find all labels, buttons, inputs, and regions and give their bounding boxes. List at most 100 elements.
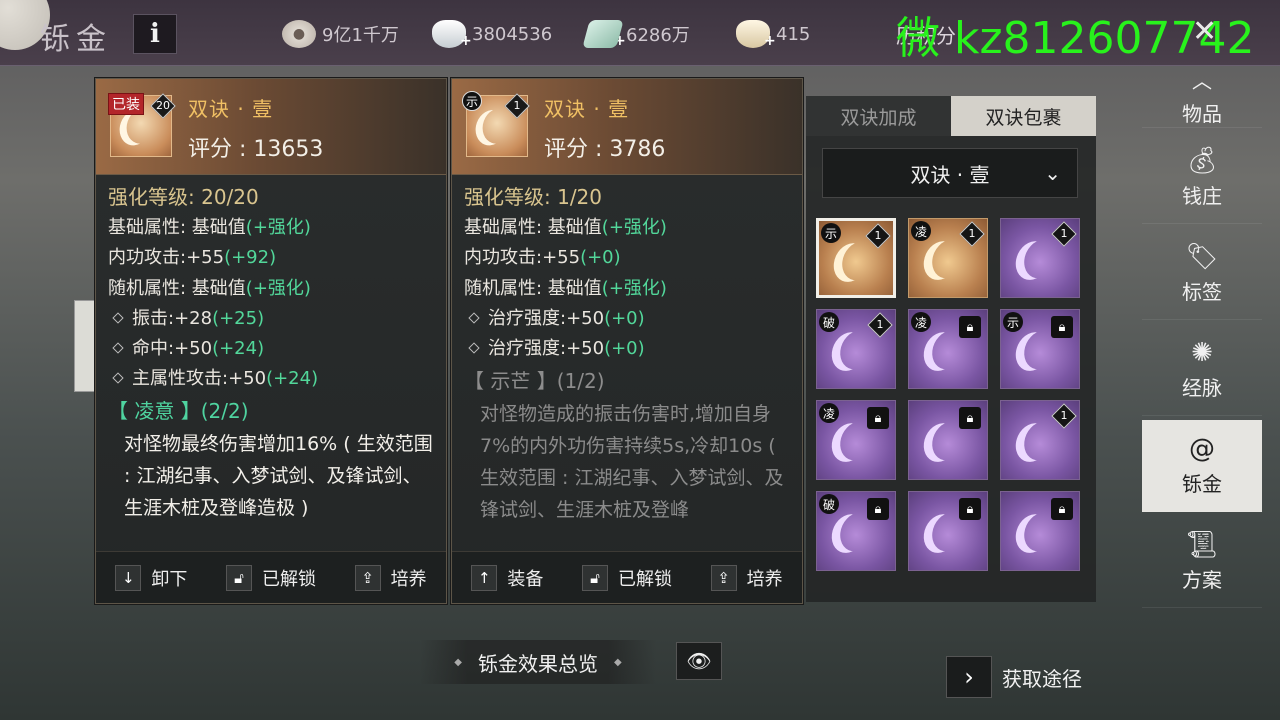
- unlock-button[interactable]: 🔓︎ 已解锁: [581, 564, 672, 591]
- inventory-slot[interactable]: 1: [1000, 218, 1080, 298]
- arrow-up-icon: ↑: [471, 564, 498, 591]
- upgrade-icon: ⇪: [354, 564, 381, 591]
- nav-item-bank[interactable]: 💰︎ 钱庄: [1142, 132, 1262, 224]
- count-badge: 1: [959, 221, 985, 247]
- nav-item-items[interactable]: ︿ 物品: [1142, 64, 1262, 128]
- inventory-slot[interactable]: 凌1: [908, 218, 988, 298]
- tab-bonus[interactable]: 双诀加成: [806, 96, 951, 136]
- inventory-slot[interactable]: 🔒︎: [1000, 491, 1080, 571]
- diamond-dot-icon: ◆: [614, 656, 622, 668]
- random-attribute: 随机属性: 基础值(+强化): [108, 278, 311, 299]
- coin-pouch-icon: ●: [282, 20, 316, 48]
- effect-overview-label: 铄金效果总览: [478, 651, 598, 676]
- nav-item-meridian[interactable]: ✺ 经脉: [1142, 324, 1262, 416]
- meridian-icon: ✺: [1191, 338, 1213, 368]
- random-attribute: 随机属性: 基础值(+强化): [464, 278, 667, 299]
- swirl-icon: @: [1189, 434, 1215, 464]
- inventory-slot[interactable]: 🔒︎: [908, 491, 988, 571]
- item-name: 双诀 · 壹: [188, 97, 274, 121]
- inventory-slot[interactable]: 破 🔒︎: [816, 491, 896, 571]
- compare-item-panel: 示 1 双诀 · 壹 评分 : 3786 强化等级: 1/20 基础属性: 基础…: [451, 78, 803, 604]
- item-actions: ↑ 装备 🔓︎ 已解锁 ⇪ 培养: [452, 551, 802, 603]
- set-mark-badge: 破: [819, 312, 839, 332]
- lock-icon: 🔒︎: [959, 498, 981, 520]
- diamond-bullet-icon: [112, 312, 124, 324]
- tag-icon: 🏷︎: [1185, 242, 1219, 272]
- chevron-up-icon: ︿: [1192, 68, 1212, 93]
- diamond-bullet-icon: [112, 342, 124, 354]
- obtain-source-label: 获取途径: [1002, 666, 1082, 691]
- currency-jade-value: 6286万: [626, 25, 690, 46]
- enhance-level: 强化等级: 1/20: [464, 185, 603, 209]
- set-mark-badge: 凌: [819, 403, 839, 423]
- set-mark-badge: 示: [821, 223, 841, 243]
- inventory-slot[interactable]: 🔒︎: [908, 400, 988, 480]
- add-gold-icon[interactable]: +: [764, 33, 776, 49]
- item-score: 评分 : 13653: [188, 137, 324, 162]
- tab-package[interactable]: 双诀包裹: [951, 96, 1096, 136]
- set-dropdown-value: 双诀 · 壹: [910, 162, 990, 187]
- nav-item-forge[interactable]: @ 铄金: [1142, 420, 1262, 512]
- inventory-slot[interactable]: 1: [1000, 400, 1080, 480]
- add-silver-icon[interactable]: +: [460, 33, 472, 49]
- close-icon[interactable]: ✕: [1192, 14, 1217, 49]
- nav-item-plan[interactable]: 📜︎ 方案: [1142, 516, 1262, 608]
- lock-icon: 🔒︎: [1051, 498, 1073, 520]
- item-score: 评分 : 3786: [544, 137, 666, 162]
- arrow-down-icon: ↓: [115, 564, 142, 591]
- currency-jade[interactable]: + 6286万: [582, 18, 690, 50]
- enhance-level: 强化等级: 20/20: [108, 185, 259, 209]
- set-dropdown[interactable]: 双诀 · 壹 ⌄: [822, 148, 1078, 198]
- upgrade-button[interactable]: ⇪ 培养: [710, 564, 783, 591]
- lock-icon: 🔒︎: [867, 407, 889, 429]
- equipped-tag: 已装: [108, 93, 144, 115]
- effect-overview-button[interactable]: ◆ 铄金效果总览 ◆: [420, 640, 656, 684]
- info-button[interactable]: i: [133, 14, 177, 54]
- set-bonus-description: 对怪物造成的振击伤害时,增加自身7%的内外功伤害持续5s,冷却10s ( 生效范…: [480, 403, 784, 521]
- currency-gold[interactable]: + 415: [736, 18, 810, 50]
- unequip-button[interactable]: ↓ 卸下: [115, 564, 187, 591]
- base-attribute: 基础属性: 基础值(+强化): [464, 217, 667, 238]
- equip-button[interactable]: ↑ 装备: [471, 564, 543, 591]
- item-details: 强化等级: 1/20 基础属性: 基础值(+强化) 内功攻击:+55(+0) 随…: [452, 175, 802, 553]
- diamond-bullet-icon: [468, 312, 480, 324]
- base-attribute: 基础属性: 基础值(+强化): [108, 217, 311, 238]
- inventory-slot[interactable]: 破1: [816, 309, 896, 389]
- attack-stat: 内功攻击:+55(+0): [464, 247, 621, 268]
- top-bar: 铄金 i ● 9亿1千万 + 3804536 + 6286万 + 415 历积分…: [0, 0, 1280, 66]
- chevron-down-icon: ⌄: [1044, 161, 1061, 185]
- currency-gold-value: 415: [776, 23, 811, 45]
- diamond-bullet-icon: [468, 342, 480, 354]
- unlock-icon: 🔓︎: [581, 564, 608, 591]
- chevron-right-icon: ›: [946, 656, 992, 698]
- inventory-slot[interactable]: 示 🔒︎: [1000, 309, 1080, 389]
- currency-silver[interactable]: + 3804536: [432, 18, 552, 50]
- currency-coin: ● 9亿1千万: [282, 18, 399, 50]
- stat-row: 命中:+50(+24): [108, 334, 434, 364]
- unlock-icon: 🔓︎: [225, 564, 252, 591]
- inventory-slot[interactable]: 凌 🔒︎: [908, 309, 988, 389]
- unlock-button[interactable]: 🔓︎ 已解锁: [225, 564, 316, 591]
- obtain-source-button[interactable]: › 获取途径: [946, 656, 1082, 698]
- side-nav: ︿ 物品 💰︎ 钱庄 🏷︎ 标签 ✺ 经脉 @ 铄金 📜︎ 方案: [1142, 64, 1262, 624]
- inventory-slot[interactable]: 示1: [816, 218, 896, 298]
- diamond-dot-icon: ◆: [454, 656, 462, 668]
- set-mark-badge: 破: [819, 494, 839, 514]
- item-actions: ↓ 卸下 🔓︎ 已解锁 ⇪ 培养: [96, 551, 446, 603]
- eye-icon[interactable]: 👁︎: [676, 642, 722, 680]
- upgrade-button[interactable]: ⇪ 培养: [354, 564, 427, 591]
- lock-icon: 🔒︎: [1051, 316, 1073, 338]
- equipped-item-panel: 已装 20 双诀 · 壹 评分 : 13653 强化等级: 20/20 基础属性…: [95, 78, 447, 604]
- lock-icon: 🔒︎: [959, 407, 981, 429]
- diamond-bullet-icon: [112, 372, 124, 384]
- nav-item-tags[interactable]: 🏷︎ 标签: [1142, 228, 1262, 320]
- item-details: 强化等级: 20/20 基础属性: 基础值(+强化) 内功攻击:+55(+92)…: [96, 175, 446, 553]
- money-bag-icon: 💰︎: [1185, 146, 1219, 176]
- set-mark-badge: 示: [462, 91, 482, 111]
- stat-row: 振击:+28(+25): [108, 304, 434, 334]
- page-title: 铄金: [40, 22, 112, 57]
- inventory-slot[interactable]: 凌 🔒︎: [816, 400, 896, 480]
- item-header: 已装 20 双诀 · 壹 评分 : 13653: [96, 79, 446, 175]
- scroll-icon: 📜︎: [1185, 530, 1219, 560]
- inventory-tabs: 双诀加成 双诀包裹: [806, 96, 1096, 136]
